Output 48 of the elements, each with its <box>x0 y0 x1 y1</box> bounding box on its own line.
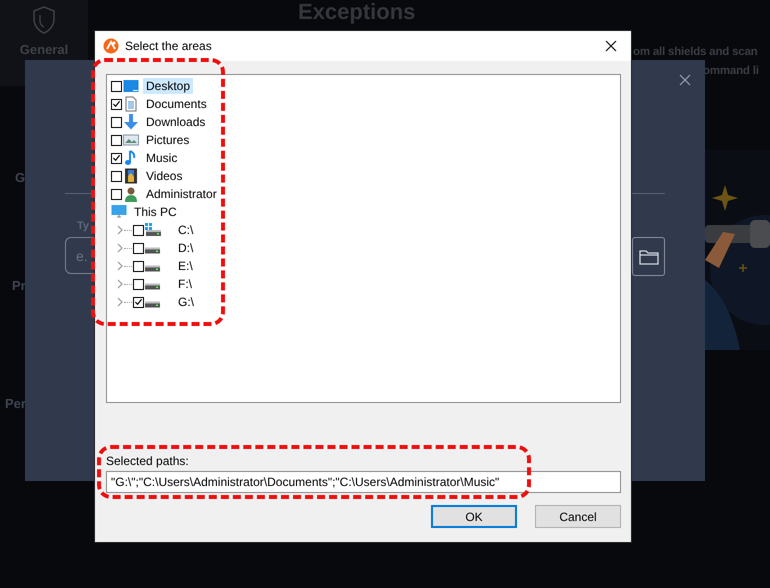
tree-item[interactable]: C:\ <box>175 222 196 238</box>
tree-item[interactable]: Administrator <box>143 186 220 202</box>
drive-icon <box>145 283 160 290</box>
tree-item[interactable]: This PC <box>131 204 180 220</box>
checkbox[interactable] <box>111 188 122 200</box>
dialog-title: Select the areas <box>125 39 213 53</box>
checkbox[interactable] <box>111 170 122 182</box>
tree-item[interactable]: Videos <box>143 168 186 184</box>
tree-item[interactable]: Documents <box>143 96 210 112</box>
tree-item[interactable]: Downloads <box>143 114 208 130</box>
checkbox[interactable] <box>133 260 144 272</box>
selected-paths-label: Selected paths: <box>106 454 190 468</box>
ok-button[interactable]: OK <box>431 505 517 528</box>
film-icon <box>123 168 139 184</box>
tree-item[interactable]: E:\ <box>175 258 196 274</box>
tree-item[interactable]: D:\ <box>175 240 196 256</box>
drive-icon <box>145 265 160 272</box>
selected-paths-field[interactable]: "G:\";"C:\Users\Administrator\Documents";"C:\Users\Administrator\Music" <box>106 471 621 493</box>
folder-icon <box>638 248 658 264</box>
checkbox[interactable] <box>111 98 122 110</box>
checkbox[interactable] <box>111 80 122 92</box>
down-arrow-icon <box>123 114 139 130</box>
tree-item[interactable]: Pictures <box>143 132 192 148</box>
tree-item[interactable]: Music <box>143 150 180 166</box>
monitor-icon <box>111 204 127 220</box>
drive-icon <box>145 301 160 308</box>
document-icon <box>123 96 139 112</box>
tree-item[interactable]: G:\ <box>175 294 198 310</box>
checkbox[interactable] <box>111 116 122 128</box>
checkbox[interactable] <box>111 134 122 146</box>
close-icon[interactable] <box>605 40 617 52</box>
checkbox[interactable] <box>111 152 122 164</box>
tree-item[interactable]: F:\ <box>175 276 195 292</box>
drive-icon <box>145 247 160 254</box>
checkbox[interactable] <box>133 242 144 254</box>
tree-item[interactable]: Desktop <box>143 78 194 94</box>
desktop-icon <box>123 78 139 94</box>
checkbox[interactable] <box>133 224 144 236</box>
browse-button[interactable] <box>632 237 665 276</box>
checkbox[interactable] <box>133 278 144 290</box>
picture-icon <box>123 132 139 148</box>
checkbox[interactable] <box>133 296 144 308</box>
drive-icon <box>145 222 161 238</box>
app-logo-icon <box>103 38 119 54</box>
shield-icon <box>32 6 56 34</box>
cancel-button[interactable]: Cancel <box>535 505 621 528</box>
user-icon <box>123 186 139 202</box>
panel-label: G <box>15 170 26 185</box>
